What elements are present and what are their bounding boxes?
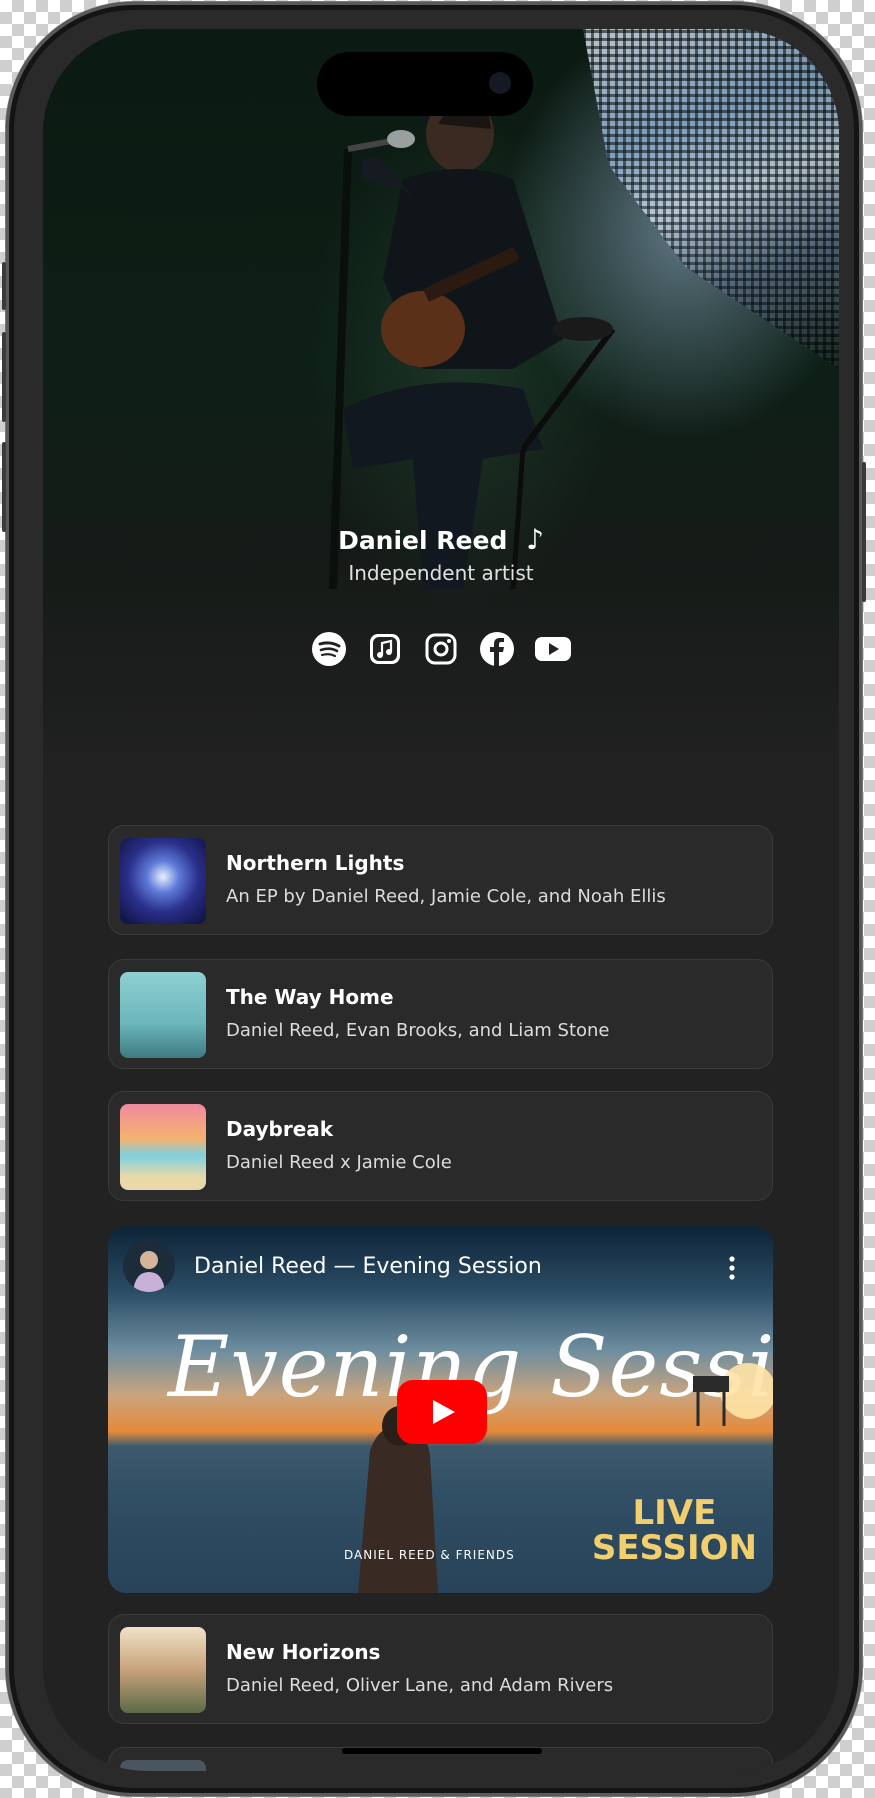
home-indicator <box>342 1748 542 1754</box>
action-button <box>2 262 6 310</box>
volume-down-button <box>2 442 6 532</box>
artist-name-text: Daniel Reed <box>338 526 508 555</box>
album-art-the-way-home <box>120 972 206 1058</box>
video-credit: DANIEL REED & FRIENDS <box>344 1548 515 1562</box>
social-links <box>43 630 839 668</box>
dynamic-island <box>317 52 533 116</box>
release-card-daybreak[interactable]: Daybreak Daniel Reed x Jamie Cole <box>108 1091 773 1201</box>
phone-frame: Daniel Reed ♪ Independent artist Norther… <box>2 2 866 1796</box>
release-title: New Horizons <box>226 1640 381 1664</box>
album-art-daybreak <box>120 1104 206 1190</box>
badge-line-2: SESSION <box>591 1528 757 1568</box>
camera-icon <box>489 72 511 94</box>
release-title: The Way Home <box>226 985 394 1009</box>
video-embed[interactable]: Daniel Reed — Evening Session Evening Se… <box>108 1226 773 1593</box>
release-subtitle: Daniel Reed, Oliver Lane, and Adam River… <box>226 1675 614 1696</box>
release-card-northern-lights[interactable]: Northern Lights An EP by Daniel Reed, Ja… <box>108 825 773 935</box>
performer-illustration <box>329 96 616 590</box>
release-title: Northern Lights <box>226 851 405 875</box>
youtube-icon[interactable] <box>534 630 572 668</box>
artist-name: Daniel Reed ♪ <box>43 523 839 556</box>
release-subtitle: Daniel Reed x Jamie Cole <box>226 1152 452 1173</box>
artist-subtitle: Independent artist <box>348 561 534 585</box>
release-title: Daybreak <box>226 1117 334 1141</box>
release-subtitle: An EP by Daniel Reed, Jamie Cole, and No… <box>226 886 666 907</box>
badge-line-1: LIVE <box>632 1493 717 1533</box>
instagram-icon[interactable] <box>422 630 460 668</box>
spotify-icon[interactable] <box>310 630 348 668</box>
music-note-icon: ♪ <box>526 523 544 556</box>
release-card-new-horizons[interactable]: New Horizons Daniel Reed, Oliver Lane, a… <box>108 1614 773 1724</box>
volume-up-button <box>2 332 6 422</box>
play-button[interactable] <box>397 1380 487 1444</box>
release-subtitle: Daniel Reed, Evan Brooks, and Liam Stone <box>226 1020 610 1041</box>
album-art-new-horizons <box>120 1627 206 1713</box>
power-button <box>862 462 866 602</box>
apple-music-icon[interactable] <box>366 630 404 668</box>
release-card-the-way-home[interactable]: The Way Home Daniel Reed, Evan Brooks, a… <box>108 959 773 1069</box>
album-art-northern-lights <box>120 838 206 924</box>
facebook-icon[interactable] <box>478 630 516 668</box>
album-art-partial <box>120 1760 206 1771</box>
live-session-badge: LIVE SESSION <box>592 1496 757 1566</box>
hero-image <box>43 29 839 789</box>
screen: Daniel Reed ♪ Independent artist Norther… <box>43 29 839 1771</box>
